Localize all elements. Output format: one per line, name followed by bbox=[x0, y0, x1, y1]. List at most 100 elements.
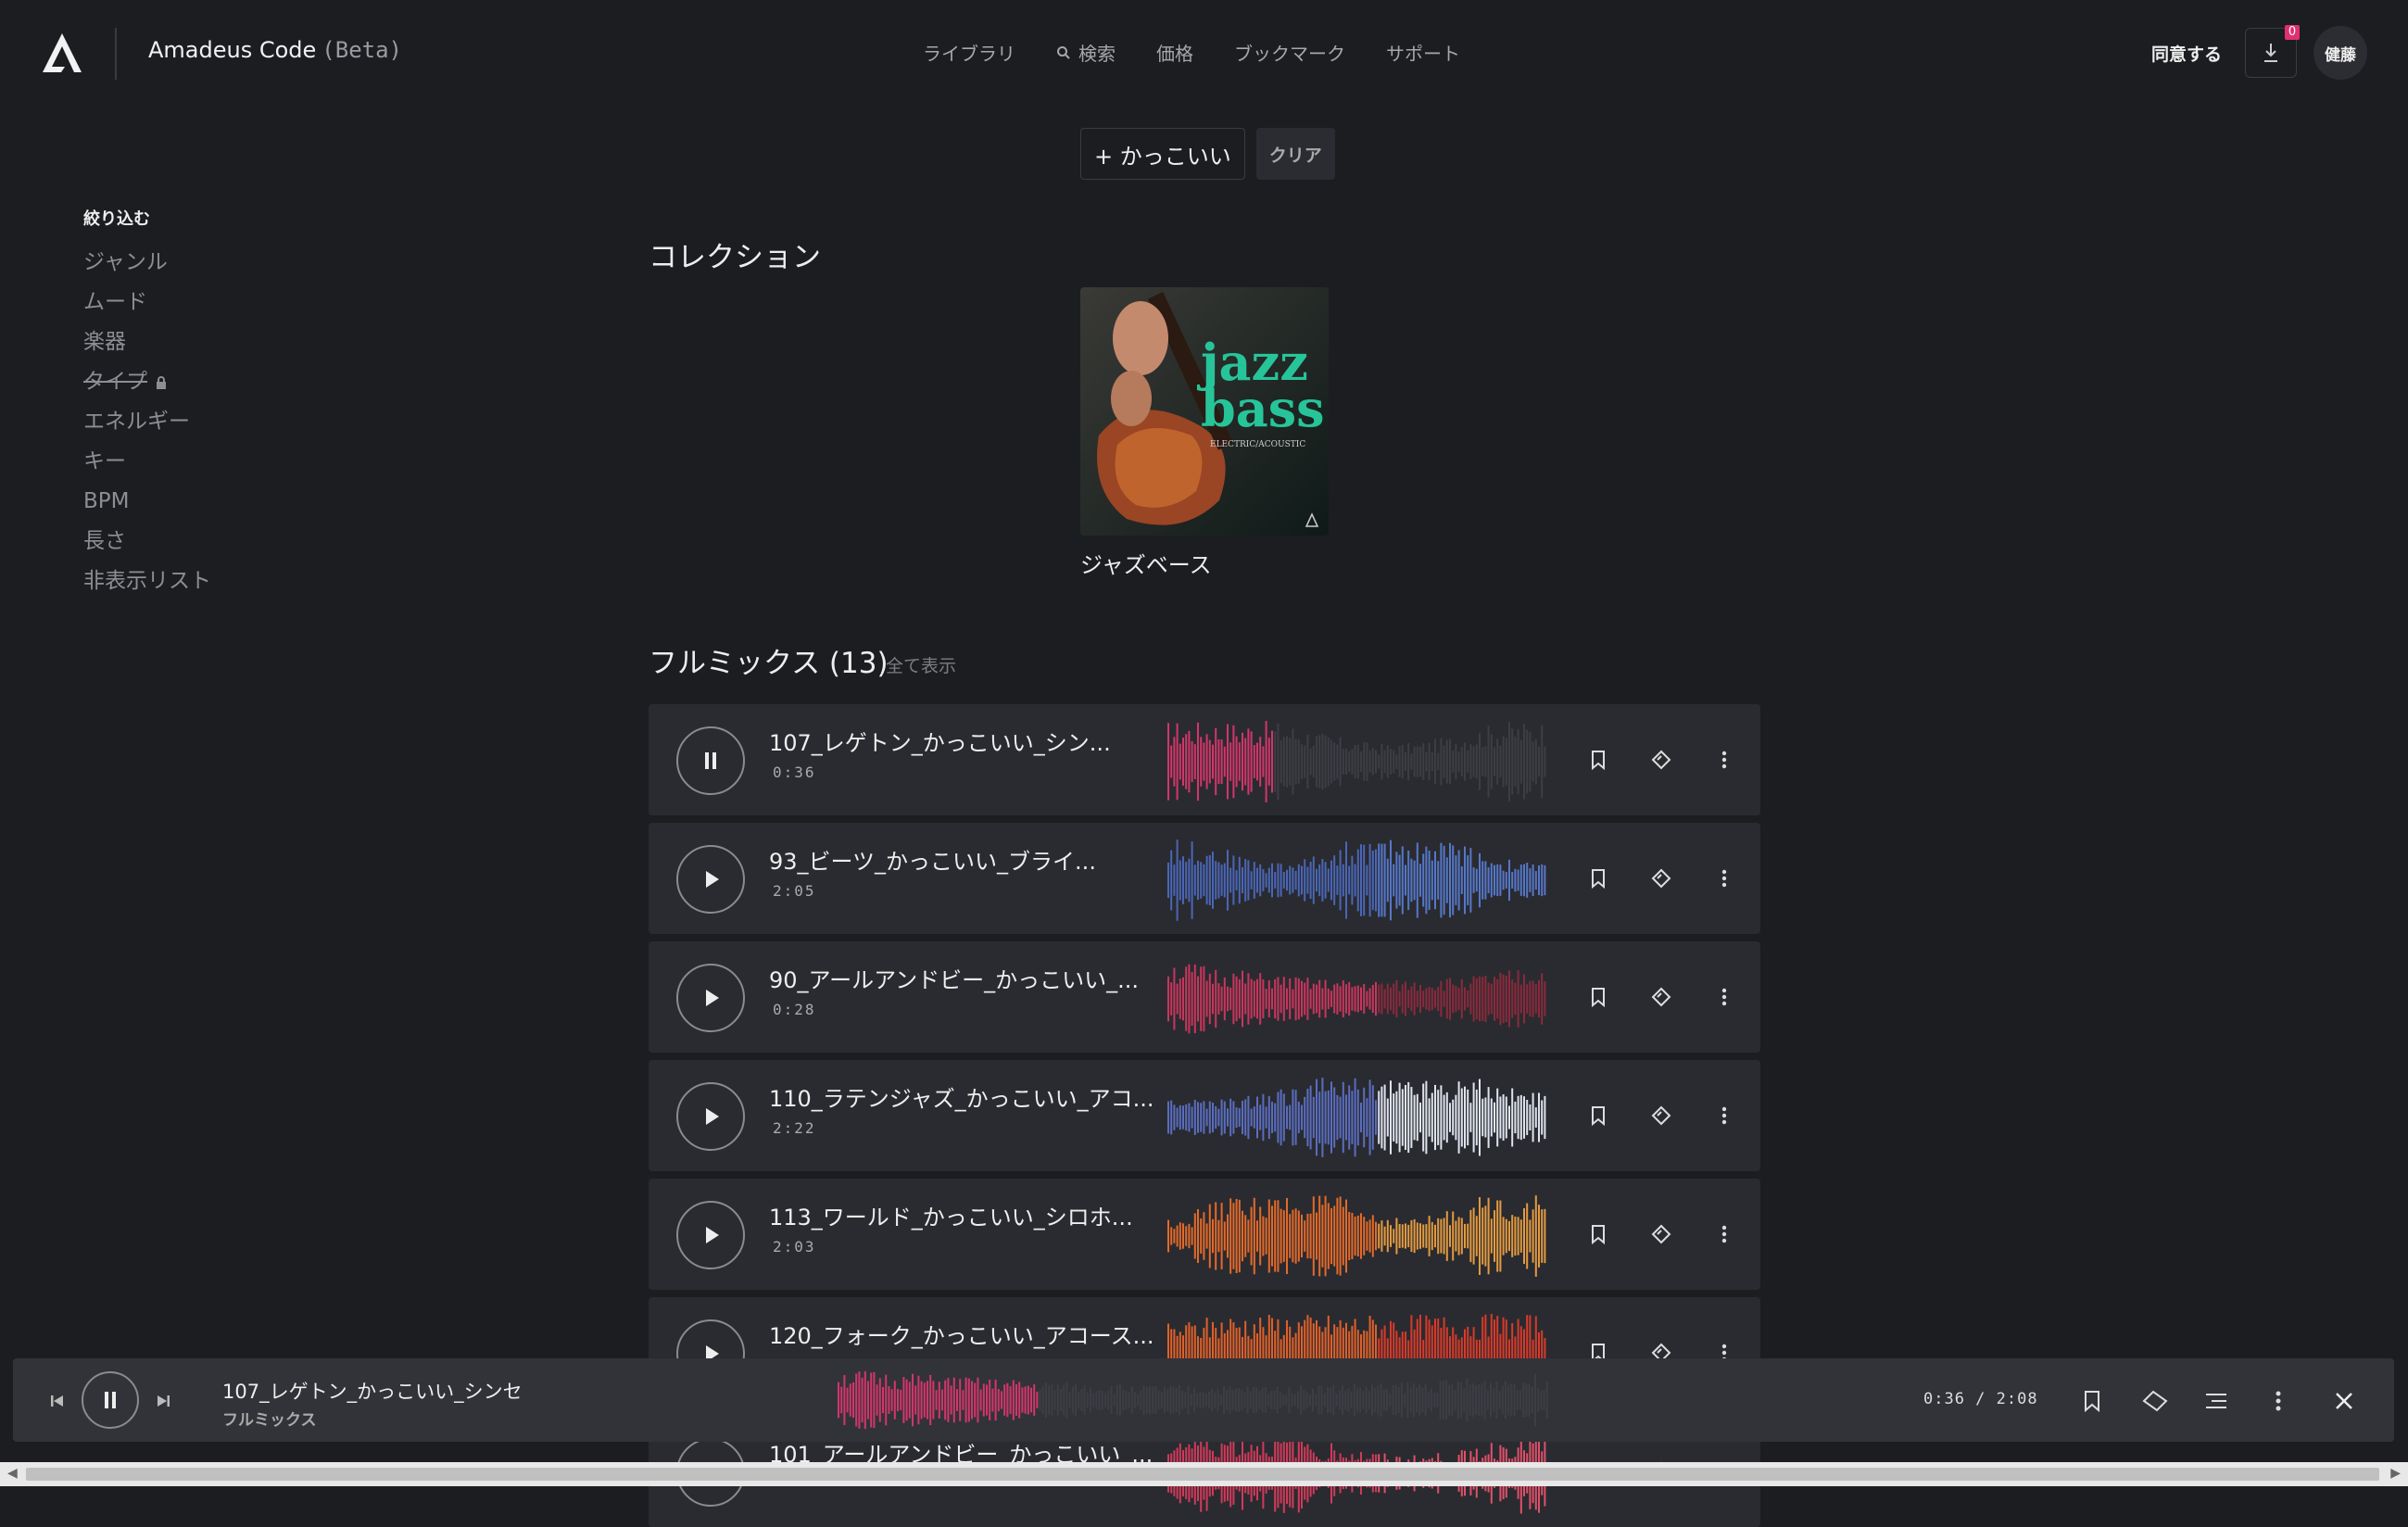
player-more-button[interactable] bbox=[2264, 1382, 2292, 1420]
track-more-button[interactable] bbox=[1710, 738, 1738, 782]
track-duration: 0:28 bbox=[773, 1001, 816, 1018]
waveform-bar bbox=[1142, 1385, 1145, 1415]
filter-type[interactable]: タイプ bbox=[83, 362, 211, 402]
track-play-button[interactable] bbox=[676, 726, 745, 795]
player-pause-button[interactable] bbox=[82, 1371, 139, 1429]
waveform-bar bbox=[1308, 1394, 1311, 1407]
track-name[interactable]: 90_アールアンドビー_かっこいい_... bbox=[769, 962, 1139, 994]
waveform-bar bbox=[1378, 984, 1381, 1014]
filter-instrument[interactable]: 楽器 bbox=[83, 322, 211, 362]
amadeus-logo-icon[interactable] bbox=[39, 30, 85, 76]
track-variation-button[interactable] bbox=[1647, 738, 1675, 782]
track-bookmark-button[interactable] bbox=[1584, 975, 1612, 1019]
waveform-bar bbox=[897, 1388, 899, 1412]
track-actions bbox=[1584, 1093, 1738, 1138]
track-variation-button[interactable] bbox=[1647, 975, 1675, 1019]
track-row[interactable]: 90_アールアンドビー_かっこいい_... 0:28 bbox=[649, 941, 1760, 1053]
filter-length[interactable]: 長さ bbox=[83, 522, 211, 562]
waveform-bar bbox=[952, 1377, 955, 1423]
filter-bpm[interactable]: BPM bbox=[83, 482, 211, 522]
track-row[interactable]: 93_ビーツ_かっこいい_ブライ... 2:05 bbox=[649, 823, 1760, 934]
waveform-bar bbox=[1205, 1223, 1208, 1249]
track-row[interactable]: 107_レゲトン_かっこいい_シン... 0:36 bbox=[649, 704, 1760, 815]
nav-pricing[interactable]: 価格 bbox=[1156, 39, 1193, 66]
queue-button[interactable] bbox=[2198, 1382, 2235, 1420]
waveform-bar bbox=[1203, 965, 1205, 1032]
nav-support[interactable]: サポート bbox=[1386, 39, 1460, 66]
track-more-button[interactable] bbox=[1710, 1212, 1738, 1256]
waveform-bar bbox=[962, 1390, 964, 1410]
track-more-button[interactable] bbox=[1710, 1093, 1738, 1138]
track-row[interactable]: 110_ラテンジャズ_かっこいい_アコ... 2:22 bbox=[649, 1060, 1760, 1171]
waveform-bar bbox=[982, 1383, 985, 1417]
waveform-bar bbox=[1036, 1392, 1039, 1408]
scroll-right-arrow-icon[interactable]: ▶ bbox=[2390, 1466, 2401, 1481]
track-play-button[interactable] bbox=[676, 1082, 745, 1151]
previous-button[interactable] bbox=[43, 1386, 72, 1416]
track-play-button[interactable] bbox=[676, 1201, 745, 1269]
track-name[interactable]: 113_ワールド_かっこいい_シロホ... bbox=[769, 1199, 1133, 1231]
track-waveform[interactable] bbox=[1167, 1195, 1547, 1277]
waveform-bar bbox=[1359, 1387, 1362, 1413]
track-play-button[interactable] bbox=[676, 964, 745, 1032]
waveform-bar bbox=[1445, 1211, 1448, 1261]
track-bookmark-button[interactable] bbox=[1584, 738, 1612, 782]
track-waveform[interactable] bbox=[1167, 721, 1547, 802]
track-bookmark-button[interactable] bbox=[1584, 1093, 1612, 1138]
waveform-bar bbox=[1424, 1383, 1427, 1417]
filter-key[interactable]: キー bbox=[83, 442, 211, 482]
scroll-left-arrow-icon[interactable]: ◀ bbox=[7, 1466, 18, 1481]
waveform-bar bbox=[1371, 850, 1374, 911]
waveform-bar bbox=[1197, 976, 1199, 1022]
track-row[interactable]: 113_ワールド_かっこいい_シロホ... 2:03 bbox=[649, 1179, 1760, 1290]
nav-search[interactable]: 検索 bbox=[1056, 39, 1116, 66]
brand-name[interactable]: Amadeus Code (Beta) bbox=[148, 37, 402, 63]
player-waveform[interactable] bbox=[838, 1368, 1551, 1432]
track-name[interactable]: 110_ラテンジャズ_かっこいい_アコ... bbox=[769, 1080, 1154, 1113]
waveform-bar bbox=[1383, 750, 1386, 774]
scrollbar-thumb[interactable] bbox=[26, 1468, 2379, 1481]
track-name[interactable]: 120_フォーク_かっこいい_アコース... bbox=[769, 1318, 1154, 1350]
track-waveform[interactable] bbox=[1167, 839, 1547, 921]
track-variation-button[interactable] bbox=[1647, 1093, 1675, 1138]
waveform-bar bbox=[1247, 728, 1250, 795]
collection-item-label[interactable]: ジャズベース bbox=[1080, 547, 1212, 579]
horizontal-scrollbar[interactable]: ◀ ▶ bbox=[0, 1462, 2408, 1486]
collection-cover[interactable]: jazz bass ELECTRIC/ACOUSTIC bbox=[1080, 287, 1329, 536]
show-all-link[interactable]: 全て表示 bbox=[886, 652, 956, 677]
track-name[interactable]: 107_レゲトン_かっこいい_シン... bbox=[769, 725, 1111, 757]
waveform-bar bbox=[1481, 861, 1484, 900]
track-waveform[interactable] bbox=[1167, 958, 1547, 1040]
waveform-bar bbox=[1215, 1202, 1217, 1270]
waveform-bar bbox=[1544, 864, 1546, 896]
track-variation-button[interactable] bbox=[1647, 856, 1675, 901]
filter-genre[interactable]: ジャンル bbox=[83, 243, 211, 283]
nav-bookmark[interactable]: ブックマーク bbox=[1234, 39, 1345, 66]
next-button[interactable] bbox=[148, 1386, 178, 1416]
filter-hidden-list[interactable]: 非表示リスト bbox=[83, 562, 211, 601]
filter-energy[interactable]: エネルギー bbox=[83, 402, 211, 442]
track-name[interactable]: 93_ビーツ_かっこいい_ブライ... bbox=[769, 843, 1096, 876]
clear-button[interactable]: クリア bbox=[1255, 128, 1335, 180]
waveform-bar bbox=[1208, 854, 1211, 906]
track-more-button[interactable] bbox=[1710, 856, 1738, 901]
waveform-bar bbox=[1215, 1105, 1217, 1129]
track-bookmark-button[interactable] bbox=[1584, 856, 1612, 901]
download-button[interactable]: 0 bbox=[2245, 25, 2300, 78]
player-bookmark-button[interactable] bbox=[2075, 1382, 2109, 1420]
filter-mood[interactable]: ムード bbox=[83, 283, 211, 322]
waveform-bar bbox=[1232, 725, 1235, 799]
track-play-button[interactable] bbox=[676, 845, 745, 914]
track-variation-button[interactable] bbox=[1647, 1212, 1675, 1256]
tag-chip[interactable]: + かっこいい bbox=[1080, 128, 1245, 180]
user-avatar[interactable]: 健藤 bbox=[2313, 26, 2367, 80]
track-waveform[interactable] bbox=[1167, 1077, 1547, 1158]
close-player-button[interactable] bbox=[2326, 1382, 2363, 1420]
waveform-bar bbox=[1191, 1227, 1193, 1245]
agree-button[interactable]: 同意する bbox=[2151, 41, 2222, 66]
nav-library[interactable]: ライブラリ bbox=[923, 39, 1015, 66]
track-more-button[interactable] bbox=[1710, 975, 1738, 1019]
player-variation-button[interactable] bbox=[2135, 1382, 2175, 1420]
track-bookmark-button[interactable] bbox=[1584, 1212, 1612, 1256]
waveform-bar bbox=[1490, 1098, 1493, 1137]
